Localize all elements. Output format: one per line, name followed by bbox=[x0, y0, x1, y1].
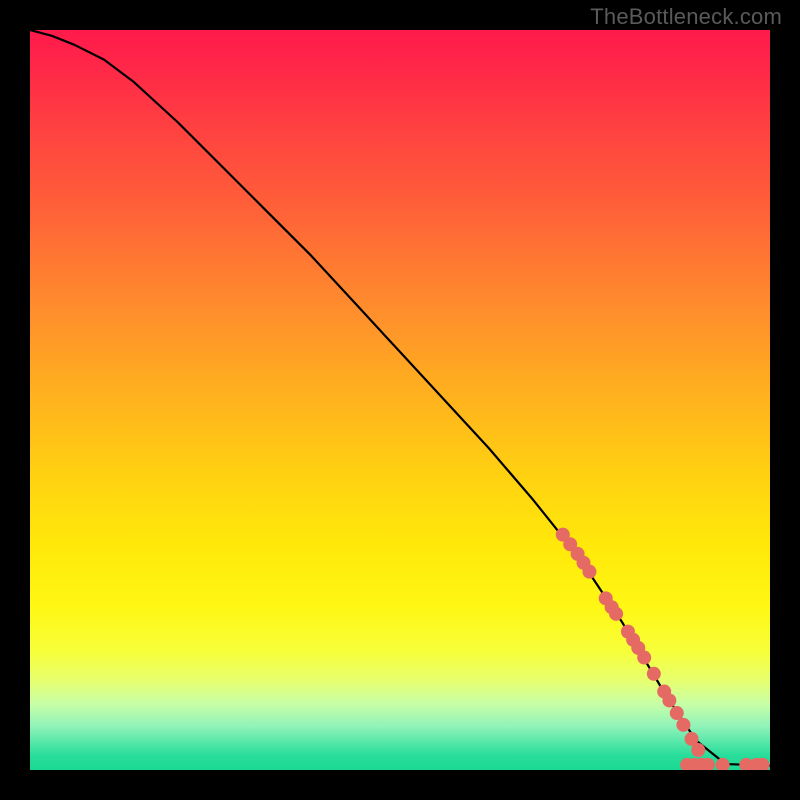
highlighted-points bbox=[556, 528, 770, 770]
marker-point bbox=[605, 600, 619, 614]
plot-area bbox=[30, 30, 770, 770]
marker-point bbox=[657, 685, 671, 699]
marker-point bbox=[680, 758, 694, 770]
bottleneck-curve bbox=[30, 30, 770, 766]
marker-point bbox=[631, 641, 645, 655]
marker-point bbox=[701, 758, 715, 770]
marker-point bbox=[577, 556, 591, 570]
marker-point bbox=[676, 718, 690, 732]
marker-point bbox=[739, 758, 753, 770]
marker-point bbox=[685, 732, 699, 746]
marker-point bbox=[647, 667, 661, 681]
chart-frame: TheBottleneck.com bbox=[0, 0, 800, 800]
marker-point bbox=[691, 743, 705, 757]
marker-point bbox=[716, 758, 730, 770]
marker-point bbox=[662, 693, 676, 707]
marker-point bbox=[621, 625, 635, 639]
marker-point bbox=[582, 565, 596, 579]
marker-point bbox=[626, 633, 640, 647]
marker-point bbox=[637, 651, 651, 665]
plot-overlay bbox=[30, 30, 770, 770]
marker-point bbox=[756, 758, 770, 770]
marker-point bbox=[556, 528, 570, 542]
marker-point bbox=[599, 591, 613, 605]
marker-point bbox=[750, 758, 764, 770]
watermark-text: TheBottleneck.com bbox=[590, 4, 782, 30]
marker-point bbox=[563, 537, 577, 551]
marker-point bbox=[571, 547, 585, 561]
marker-point bbox=[609, 607, 623, 621]
marker-point bbox=[670, 706, 684, 720]
marker-point bbox=[695, 758, 709, 770]
marker-point bbox=[688, 758, 702, 770]
